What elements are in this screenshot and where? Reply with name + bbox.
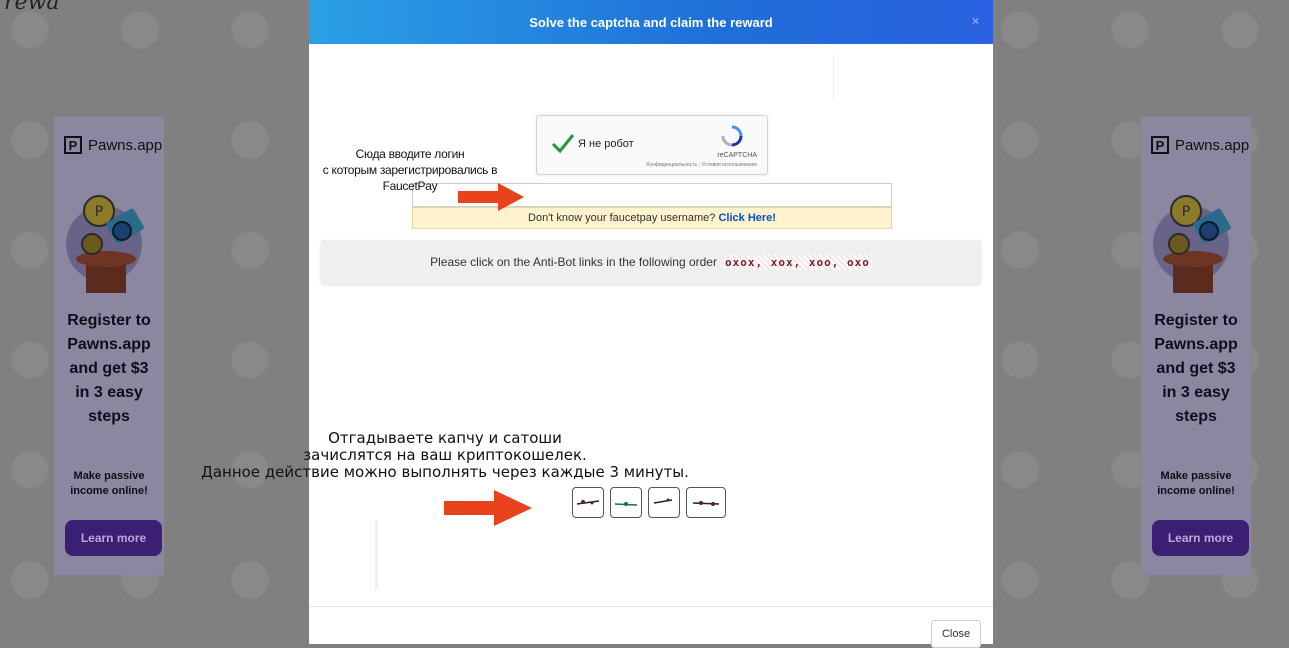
- antibot-prompt: Please click on the Anti-Bot links in th…: [321, 240, 981, 284]
- antibot-link-icon: [576, 499, 600, 505]
- ad-brand-name: Pawns.app: [88, 136, 163, 154]
- antibot-prompt-text: Please click on the Anti-Bot links in th…: [430, 255, 717, 269]
- arrow-right-icon: [444, 490, 532, 526]
- modal-title: Solve the captcha and claim the reward: [529, 14, 773, 30]
- captcha-hint-annotation: Отгадываете капчу и сатоши зачислятся на…: [201, 429, 689, 481]
- antibot-link-icon: [614, 501, 638, 506]
- help-text: Don't know your faucetpay username?: [528, 212, 716, 224]
- antibot-link-icon: [692, 500, 720, 506]
- ad-subtext: Make passive income online!: [1157, 470, 1235, 497]
- ad-subtext: Make passive income online!: [70, 470, 148, 497]
- recaptcha-widget[interactable]: Я не робот reCAPTCHA Конфиденциальность …: [536, 115, 768, 175]
- pawns-logo-icon: P: [64, 136, 82, 154]
- svg-text:P: P: [95, 204, 103, 220]
- recaptcha-label: Я не робот: [578, 138, 634, 150]
- ad-headline: Register to Pawns.app and get $3 in 3 ea…: [1154, 312, 1238, 425]
- antibot-link-2[interactable]: [610, 487, 642, 518]
- reward-modal: Solve the captcha and claim the reward ×…: [309, 0, 993, 648]
- checkmark-icon[interactable]: [551, 132, 575, 154]
- close-icon[interactable]: ×: [972, 14, 979, 28]
- ad-brand-name: Pawns.app: [1175, 136, 1250, 154]
- ad-learn-more-button[interactable]: Learn more: [1152, 520, 1249, 556]
- recaptcha-logo-icon: [721, 125, 743, 147]
- ad-brand: P Pawns.app: [1151, 136, 1249, 154]
- antibot-link-1[interactable]: [572, 487, 604, 518]
- ad-brand: P Pawns.app: [64, 136, 162, 154]
- recaptcha-brand: reCAPTCHA: [717, 152, 757, 159]
- antibot-link-3[interactable]: [648, 487, 680, 518]
- antibot-link-icon: [653, 498, 673, 504]
- pawns-logo-icon: P: [1151, 136, 1169, 154]
- antibot-links: [572, 487, 726, 518]
- antibot-order-image: oxox, xox, xoo, oxo: [722, 254, 872, 270]
- modal-footer: Close: [309, 606, 993, 648]
- arrow-right-icon: [458, 183, 524, 211]
- recaptcha-links[interactable]: Конфиденциальность - Условия использован…: [646, 162, 757, 168]
- click-here-link[interactable]: Click Here!: [718, 212, 775, 224]
- coins-hat-icon: P: [1153, 195, 1231, 293]
- ad-headline: Register to Pawns.app and get $3 in 3 ea…: [67, 312, 151, 425]
- ad-banner-right[interactable]: P Pawns.app P Register to Pawns.app and …: [1141, 117, 1251, 575]
- ad-learn-more-button[interactable]: Learn more: [65, 520, 162, 556]
- antibot-link-4[interactable]: [686, 487, 726, 518]
- divider: [833, 55, 834, 100]
- placeholder-bar: [375, 520, 378, 590]
- ad-banner-left[interactable]: P Pawns.app P Register to Pawns.app and …: [54, 117, 164, 575]
- svg-text:P: P: [1182, 204, 1190, 220]
- coins-hat-icon: P: [66, 195, 144, 293]
- site-logo[interactable]: rewa: [4, 0, 59, 15]
- modal-header: Solve the captcha and claim the reward ×: [309, 0, 993, 44]
